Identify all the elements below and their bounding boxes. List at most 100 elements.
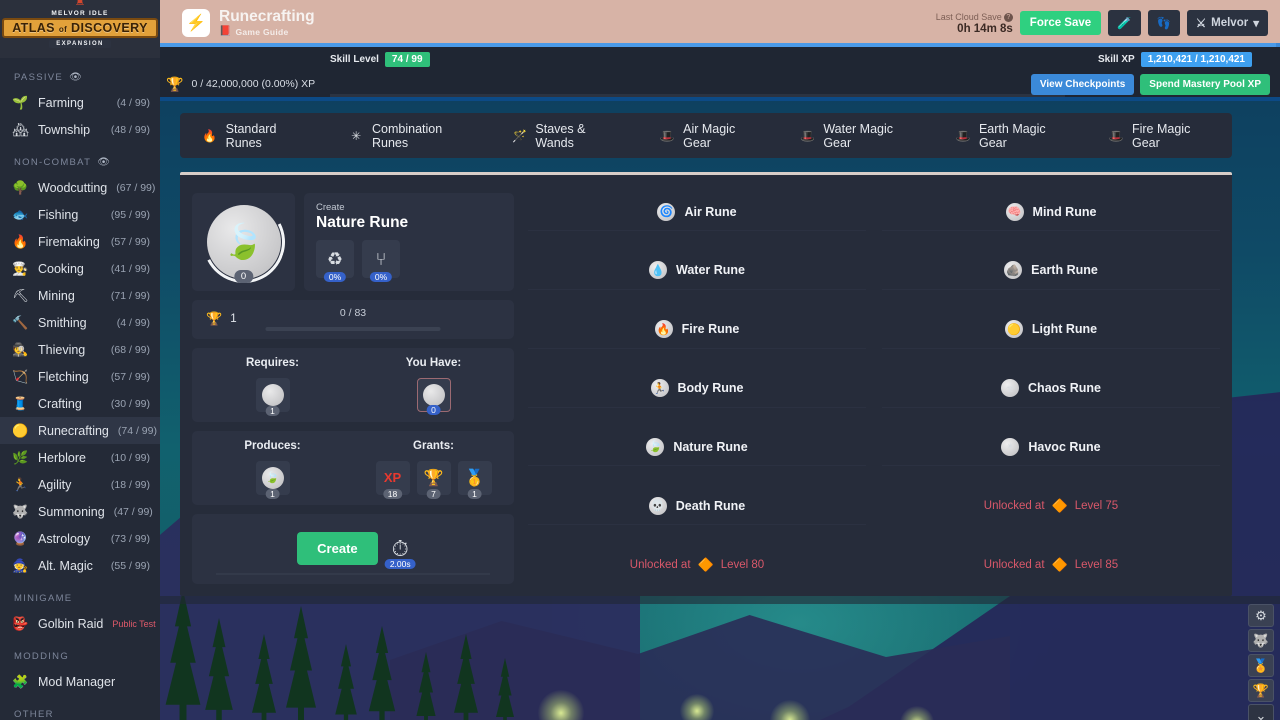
sidebar-item-label: Alt. Magic bbox=[38, 558, 93, 573]
sidebar-item-label: Golbin Raid bbox=[38, 616, 104, 631]
category-tab-fire-magic-gear[interactable]: 🎩 Fire Magic Gear bbox=[1086, 122, 1232, 150]
rune-item-chaos-rune[interactable]: ☣ Chaos Rune bbox=[882, 369, 1220, 408]
sidebar-item-level: (18 / 99) bbox=[110, 478, 150, 491]
eye-icon[interactable]: 👁 bbox=[97, 157, 111, 168]
potion-icon: 🧪 bbox=[1117, 18, 1132, 30]
earth-magic-gear-icon: 🎩 bbox=[955, 128, 971, 143]
selected-product-display: 🍃 0 bbox=[191, 190, 296, 294]
category-tab-staves-wands[interactable]: 🪄 Staves & Wands bbox=[490, 122, 638, 150]
rune-item-water-rune[interactable]: 💧 Water Rune bbox=[528, 252, 866, 291]
pets-button[interactable]: 👣 bbox=[1147, 10, 1180, 36]
force-save-button[interactable]: Force Save bbox=[1019, 11, 1102, 35]
sidebar-item-icon: 🧙 bbox=[12, 557, 29, 573]
category-tab-water-magic-gear[interactable]: 🎩 Water Magic Gear bbox=[778, 122, 934, 150]
sidebar-item-smithing[interactable]: 🔨 Smithing (4 / 99) bbox=[0, 309, 160, 336]
eye-icon[interactable]: 👁 bbox=[69, 72, 83, 83]
sidebar-item-mining[interactable]: ⛏ Mining (71 / 99) bbox=[0, 282, 160, 309]
potion-button[interactable]: 🧪 bbox=[1108, 10, 1141, 36]
rune-essence-icon bbox=[261, 383, 284, 406]
rune-item-air-rune[interactable]: 🌀 Air Rune bbox=[528, 193, 866, 232]
rune-icon: 🌀 bbox=[657, 202, 676, 221]
medal-icon[interactable]: 🏅 bbox=[1248, 654, 1274, 677]
preservation-modifier[interactable]: ♻ 0% bbox=[316, 240, 354, 282]
category-tab-label: Standard Runes bbox=[225, 121, 277, 150]
sidebar-item-township[interactable]: 🏘 Township (48 / 99) bbox=[0, 116, 160, 143]
sidebar-item-firemaking[interactable]: 🔥 Firemaking (57 / 99) bbox=[0, 228, 160, 255]
rune-item-light-rune[interactable]: 🟡 Light Rune bbox=[882, 311, 1220, 349]
you-have-qty: 0 bbox=[426, 404, 441, 415]
rune-label: Mind Rune bbox=[1032, 204, 1097, 219]
category-tab-air-magic-gear[interactable]: 🎩 Air Magic Gear bbox=[637, 122, 777, 150]
settings-icon[interactable]: ⚙ bbox=[1248, 604, 1274, 627]
character-menu-button[interactable]: ⚔ Melvor ▾ bbox=[1186, 10, 1268, 36]
game-guide-link[interactable]: 📕 Game Guide bbox=[219, 26, 315, 37]
sidebar-item-crafting[interactable]: 🧵 Crafting (30 / 99) bbox=[0, 390, 160, 417]
craft-timer: ⏱ 2.00s bbox=[384, 536, 416, 569]
sidebar-item-label: Smithing bbox=[38, 315, 87, 330]
requires-slot[interactable]: 1 bbox=[255, 377, 290, 416]
sidebar-item-woodcutting[interactable]: 🌳 Woodcutting (67 / 99) bbox=[0, 174, 160, 201]
rune-item-body-rune[interactable]: 🏃 Body Rune bbox=[528, 369, 866, 408]
summoning-icon[interactable]: 🐺 bbox=[1248, 629, 1274, 652]
app-root: ♜ MELVOR IDLE ATLAS of DISCOVERY EXPANSI… bbox=[0, 0, 1280, 720]
rune-item-havoc-rune[interactable]: ✴ Havoc Rune bbox=[882, 428, 1220, 467]
view-checkpoints-button[interactable]: View Checkpoints bbox=[1030, 73, 1135, 95]
character-name: Melvor bbox=[1211, 17, 1249, 29]
selected-product-name: Nature Rune bbox=[316, 214, 409, 231]
rune-column-right: 🧠 Mind Rune 🪨 Earth Rune 🟡 Light Rune ☣ Chaos R… bbox=[882, 193, 1220, 584]
sidebar-item-agility[interactable]: 🏃 Agility (18 / 99) bbox=[0, 471, 160, 498]
mastery-bar-underline bbox=[160, 97, 1280, 101]
rune-item-mind-rune[interactable]: 🧠 Mind Rune bbox=[882, 193, 1220, 232]
category-tab-combination-runes[interactable]: ✳ Combination Runes bbox=[326, 122, 489, 150]
you-have-slot[interactable]: 0 bbox=[416, 377, 451, 415]
doubling-modifier[interactable]: ⑂ 0% bbox=[362, 240, 400, 282]
sidebar-item-icon: 🏹 bbox=[12, 368, 29, 384]
sidebar-item-alt-magic[interactable]: 🧙 Alt. Magic (55 / 99) bbox=[0, 552, 160, 579]
game-guide-label: Game Guide bbox=[235, 26, 289, 37]
sidebar-item-icon: 🟡 bbox=[12, 422, 29, 438]
sidebar-item-cooking[interactable]: 👨‍🍳 Cooking (41 / 99) bbox=[0, 255, 160, 282]
sidebar-item-level: (73 / 99) bbox=[110, 532, 150, 545]
rune-item-nature-rune[interactable]: 🍃 Nature Rune bbox=[528, 428, 866, 467]
sidebar-item-fishing[interactable]: 🐟 Fishing (95 / 99) bbox=[0, 201, 160, 228]
sidebar-item-golbin-raid[interactable]: 👺 Golbin Raid Public Test bbox=[0, 610, 160, 637]
sidebar-item-farming[interactable]: 🌱 Farming (4 / 99) bbox=[0, 89, 160, 116]
rune-item-fire-rune[interactable]: 🔥 Fire Rune bbox=[528, 311, 866, 349]
locked-recipe-row: Unlocked at 🔶 Level 80 bbox=[528, 546, 866, 584]
sidebar-item-level: (48 / 99) bbox=[110, 123, 150, 136]
chevron-down-icon[interactable]: ⌄ bbox=[1248, 704, 1274, 720]
trophy-icon: 🏆 bbox=[206, 311, 223, 327]
rune-item-death-rune[interactable]: 💀 Death Rune bbox=[528, 487, 866, 526]
sidebar-item-label: Cooking bbox=[38, 261, 84, 276]
chevron-down-icon: ▾ bbox=[1253, 18, 1259, 30]
rune-item-earth-rune[interactable]: 🪨 Earth Rune bbox=[882, 252, 1220, 291]
sidebar-item-herblore[interactable]: 🌿 Herblore (10 / 99) bbox=[0, 444, 160, 471]
sidebar-item-runecrafting[interactable]: 🟡 Runecrafting (74 / 99) bbox=[0, 417, 160, 444]
category-tab-standard-runes[interactable]: 🔥 Standard Runes bbox=[180, 122, 326, 150]
sidebar-item-astrology[interactable]: 🔮 Astrology (73 / 99) bbox=[0, 525, 160, 552]
sidebar-item-icon: 🌱 bbox=[12, 94, 29, 110]
spend-mastery-pool-xp-button[interactable]: Spend Mastery Pool XP bbox=[1140, 73, 1270, 95]
rune-label: Nature Rune bbox=[673, 439, 748, 454]
sidebar-item-summoning[interactable]: 🐺 Summoning (47 / 99) bbox=[0, 498, 160, 525]
create-button[interactable]: Create bbox=[297, 532, 378, 566]
sidebar-item-thieving[interactable]: 🕵 Thieving (68 / 99) bbox=[0, 336, 160, 363]
sidebar-item-icon: 🔨 bbox=[12, 314, 29, 330]
craft-time-value: 2.00s bbox=[384, 558, 416, 569]
sidebar-item-fletching[interactable]: 🏹 Fletching (57 / 99) bbox=[0, 363, 160, 390]
sidebar-item-mod-manager[interactable]: 🧩 Mod Manager bbox=[0, 668, 160, 695]
trophy-icon[interactable]: 🏆 bbox=[1248, 679, 1274, 702]
produces-slot[interactable]: 🍃 1 bbox=[255, 460, 290, 499]
category-tab-earth-magic-gear[interactable]: 🎩 Earth Magic Gear bbox=[933, 122, 1086, 150]
help-icon[interactable]: ? bbox=[1003, 13, 1013, 22]
logo-atlas: ATLAS bbox=[12, 21, 55, 35]
game-logo[interactable]: ♜ MELVOR IDLE ATLAS of DISCOVERY EXPANSI… bbox=[0, 0, 160, 58]
grant-value: 7 bbox=[426, 488, 441, 499]
skill-level-label: Skill Level bbox=[330, 53, 379, 65]
rune-label: Earth Rune bbox=[1031, 263, 1098, 278]
mastery-progress-text: 0 / 83 bbox=[339, 307, 367, 319]
